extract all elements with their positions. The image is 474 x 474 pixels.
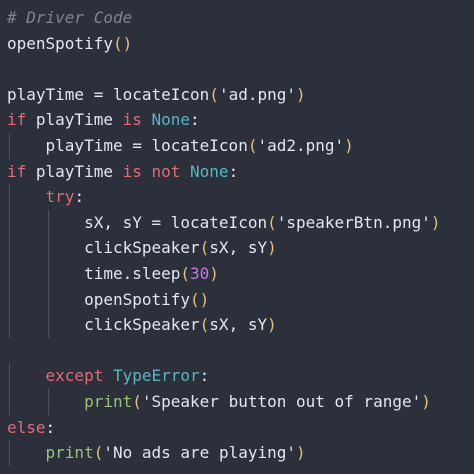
indent-guide [47,286,49,313]
code-token: 'Speaker button out of range' [141,391,422,411]
code-token: ) [421,391,431,411]
code-editor[interactable]: # Driver Code openSpotify() playTime = loc… [0,0,474,474]
code-token: ( [132,391,142,411]
code-token: : [228,161,239,181]
code-token: except [7,366,104,386]
code-token: ) [267,238,277,258]
code-token: 'No ads are playing' [103,443,296,463]
indent-guide [9,363,10,389]
code-token: playTime [26,161,123,181]
indent-guide [9,209,10,236]
code-token: 'speakerBtn.png' [276,212,431,232]
code-line[interactable]: openSpotify() [7,286,474,313]
code-token: # Driver Code [7,8,133,27]
indent-guide [47,312,49,338]
code-token: ) [296,84,306,104]
code-token: print [7,443,94,463]
code-token: playTime [26,110,123,130]
indent-guide [9,312,10,338]
indent-guide [47,209,49,236]
code-token: playTime = locateIcon [7,135,248,155]
code-line[interactable]: print('Speaker button out of range') [7,388,474,415]
code-line[interactable] [7,338,474,364]
code-token: ( [267,212,277,232]
indent-guide [9,235,10,261]
code-token: ( [209,84,219,104]
code-line[interactable]: clickSpeaker(sX, sY) [7,312,474,338]
indent-guide [47,388,49,415]
code-token: () [112,33,133,53]
code-token: sX, sY [209,238,268,258]
code-token: ) [267,315,277,335]
code-token: ( [199,238,210,258]
code-token: None [151,110,191,130]
code-token: ) [209,263,219,283]
code-token: ( [199,315,210,335]
code-line[interactable]: else: [7,415,474,441]
code-line[interactable]: if playTime is not None: [7,159,474,185]
code-line[interactable]: try: [7,184,474,210]
indent-guide [9,260,10,287]
code-token: 'ad2.png' [257,135,345,155]
code-token: : [190,110,200,130]
indent-guide [9,286,10,313]
code-token: None [190,161,229,181]
code-token: : [199,366,210,386]
indent-guide [9,440,10,466]
code-token: else [7,417,46,437]
code-token: time.sleep [7,263,181,283]
code-token: ) [430,212,441,232]
code-token: clickSpeaker [7,315,200,335]
code-line[interactable]: clickSpeaker(sX, sY) [7,235,474,261]
code-token: ( [93,443,104,463]
code-token: is [122,110,142,130]
code-token: if [7,161,27,181]
indent-guide [47,260,49,287]
code-token: try [7,187,75,207]
code-line[interactable]: if playTime is None: [7,107,474,133]
code-token: TypeError [112,366,200,386]
code-token: if [7,110,27,130]
code-line[interactable]: sX, sY = locateIcon('speakerBtn.png') [7,209,474,236]
code-token: openSpotify [7,33,113,53]
code-token: openSpotify [7,289,191,309]
code-line[interactable]: except TypeError: [7,363,474,389]
code-token: ( [180,263,191,283]
indent-guide [47,235,49,261]
code-token: playTime = locateIcon [7,84,210,104]
indent-guide [9,132,10,159]
code-token: () [190,289,210,309]
code-token: : [45,417,56,437]
code-token: clickSpeaker [7,238,200,258]
code-line[interactable]: openSpotify() [7,31,474,57]
code-token: print [7,391,133,411]
indent-guide [9,388,10,415]
code-token: ) [344,135,354,155]
code-token: sX, sY = locateIcon [7,212,268,232]
code-line[interactable]: print('No ads are playing') [7,440,474,466]
indent-guide [9,184,10,210]
code-token: 30 [190,263,210,283]
code-line[interactable]: playTime = locateIcon('ad.png') [7,82,474,108]
code-token: : [74,187,85,207]
code-line[interactable] [7,56,474,82]
code-token: ) [296,443,306,463]
code-token: 'ad.png' [218,84,296,104]
code-line[interactable]: # Driver Code [7,5,474,31]
code-line[interactable]: time.sleep(30) [7,260,474,287]
code-token: is not [122,161,181,181]
code-line[interactable]: playTime = locateIcon('ad2.png') [7,132,474,159]
code-token: sX, sY [209,315,268,335]
